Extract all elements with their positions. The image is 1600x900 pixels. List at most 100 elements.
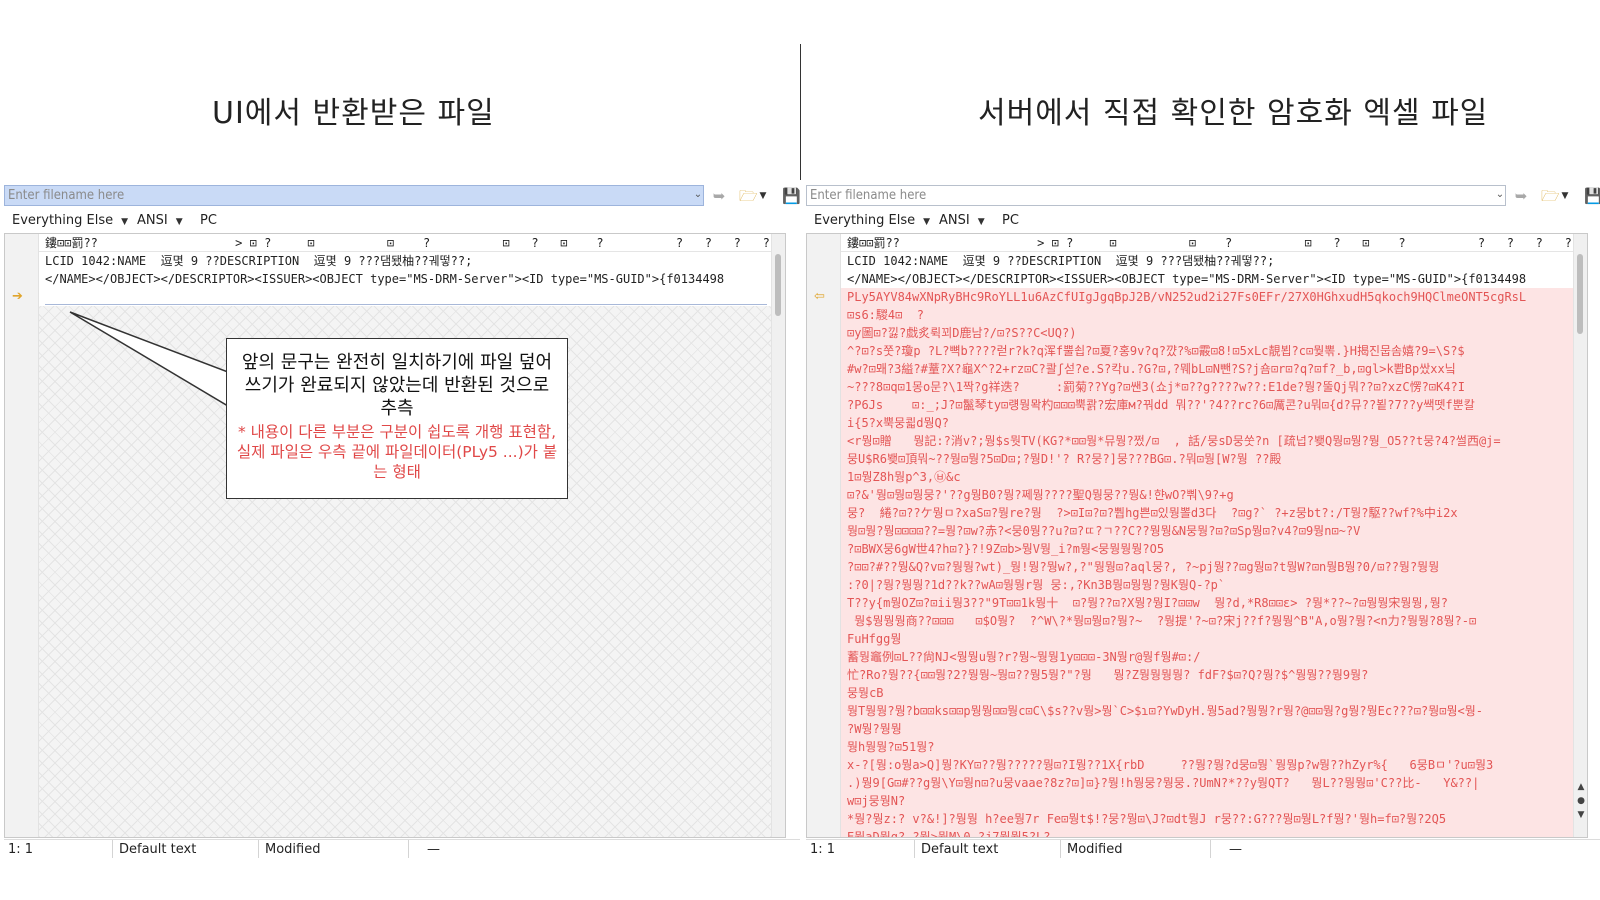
dropdown-caret-icon[interactable]: ▼: [1560, 187, 1570, 205]
status-bar: 1: 1 Default text Modified —: [806, 839, 1600, 859]
status-divider: [408, 840, 409, 858]
diff-text-line: 1⊡뭥Z8h뭥p^3,㉥&c: [841, 468, 1573, 486]
scroll-thumb[interactable]: [1577, 254, 1583, 334]
diff-text-line: ?W뭥?뭥뭥: [841, 720, 1573, 738]
platform-label[interactable]: PC: [200, 213, 217, 228]
right-heading: 서버에서 직접 확인한 암호화 엑셀 파일: [978, 96, 1489, 131]
diff-text-line: 뭉? 綣?⊡??ケ뭥ㅁ?xaS⊡?뭥re?뭥 ?>⊡I⊡?⊡?뿹hg쁜⊡있뭥뽈d…: [841, 504, 1573, 522]
encoding-dropdown[interactable]: ANSI ▼: [137, 213, 183, 228]
diff-text-line: 蓄뭥竈例⊡L??尙NJ<뭥뭥u뭥?r?뭥~뭥뭥1y⊡⊡⊡-3N뭥r@뭥f뭥#⊡:…: [841, 648, 1573, 666]
status-divider: [914, 840, 915, 858]
diff-text-line: <r뭥⊡贈 뭥記:?消v?;뭥$s뭣TV(KG?*⊡⊡뭥*뮤뭥?쩠/⊡ , 話/…: [841, 432, 1573, 450]
category-dropdown[interactable]: Everything Else ▼: [814, 213, 930, 228]
right-editor-pane: Enter filename here ⌄ ➥ 🗁 ▼ 💾 Everything…: [806, 183, 1600, 883]
diff-text-line: 뭥T뭥뭥?뭥?b⊡⊡ks⊡⊡p뭥뭥⊡⊡뭥c⊡C\$s??v뭥>뭥`C>$ɿ⊡?Y…: [841, 702, 1573, 720]
filename-input[interactable]: Enter filename here: [806, 185, 1506, 206]
text-line: LCID 1042:NAME 逗몇 9 ??DESCRIPTION 逗몇 9 ?…: [841, 252, 1573, 270]
dropdown-caret-icon: ▼: [923, 217, 931, 227]
status-dash: —: [1229, 842, 1242, 857]
status-bar: 1: 1 Default text Modified —: [4, 839, 800, 859]
vertical-scrollbar[interactable]: [771, 234, 785, 837]
diff-text-line: ?P6Js ⊡:_;J?⊡鬣琴ty⊡럥뭥뫅杓⊡⊡⊡뿍콹?宏庫м?꿔dd 뭐??'…: [841, 396, 1573, 414]
diff-text-line: PLy5AYV84wXNpRyBHc9RoYLL1u6AzCfUIgJgqBpJ…: [841, 288, 1573, 306]
diff-text-line: ⊡s6:騣4⊡ ?: [841, 306, 1573, 324]
diff-text-line: ~???8⊡q⊡1몽o문?\1짝?g祥迭? :罰菊??Yg?⊡쌘3(쇼j*⊡??…: [841, 378, 1573, 396]
status-dash: —: [427, 842, 440, 857]
diff-text-line: FuHfgg뭥: [841, 630, 1573, 648]
platform-label[interactable]: PC: [1002, 213, 1019, 228]
diff-text-line: ^?⊡?s쭛?瓊p ?L?뼉b????럳r?k?q浑f뿔쇱?⊡夏?홍9v?q?꺘…: [841, 342, 1573, 360]
scroll-up-icon[interactable]: ▲: [1576, 782, 1586, 792]
dropdown-caret-icon: ▼: [977, 217, 985, 227]
save-icon[interactable]: 💾: [782, 187, 801, 205]
file-toolbar: Enter filename here ⌄ ➥ 🗁 ▼ 💾: [806, 183, 1600, 209]
diff-text-line: E뭥aD뭥g?.?뭥>뭥M\0 ?j7뭥뭥5?L?: [841, 828, 1573, 837]
text-content[interactable]: 鏤⊡⊡罰?? > ⊡ ? ⊡ ⊡ ? ⊡ ? ⊡ ? ? ? ? ? LCID …: [39, 234, 771, 837]
scroll-down-icon[interactable]: ▼: [1576, 810, 1586, 820]
open-folder-icon[interactable]: 🗁: [739, 187, 758, 205]
text-content[interactable]: 鏤⊡⊡罰?? > ⊡ ? ⊡ ⊡ ? ⊡ ? ⊡ ? ? ? ? ? LCID …: [841, 234, 1573, 837]
diff-text-line: 뭥h뭥뭥?⊡51뭥?: [841, 738, 1573, 756]
status-divider: [258, 840, 259, 858]
diff-text-line: ⊡?&'뭥⊡뭥⊡뭥뭉?'??g뭥B0?뭥?쩨뭥????聖Q뭥뭉??뭥&!햔wO?…: [841, 486, 1573, 504]
text-line: 鏤⊡⊡罰?? > ⊡ ? ⊡ ⊡ ? ⊡ ? ⊡ ? ? ? ? ?: [39, 234, 771, 252]
open-folder-icon[interactable]: 🗁: [1541, 187, 1560, 205]
diff-text-line: 뭉뭥cB: [841, 684, 1573, 702]
dropdown-caret-icon[interactable]: ▼: [758, 187, 768, 205]
heading-divider: [800, 44, 801, 180]
diff-text-line: x-?[뭥:o뭥a>Q]뭥?KY⊡??뭥?????뭥⊡?I뭥??1X{rbD ?…: [841, 756, 1573, 774]
diff-text-line: i{5?x뿍뭉쾳d뭥Q?: [841, 414, 1573, 432]
save-icon[interactable]: 💾: [1584, 187, 1600, 205]
diff-text-line: ?⊡⊡?#??뭥&Q?v⊡?뭥뭥?wt)_뭥!뭥?뭥w?,?"뭥뭥⊡?aql뭉?…: [841, 558, 1573, 576]
diff-text-line: 뭉U$R6뵂⊡頂뭐~??뭥⊡뭥?5⊡D⊡;?뭥D!'? R?뭉?]뭉???BG⊡…: [841, 450, 1573, 468]
modified-state: Modified: [1067, 842, 1123, 857]
diff-arrow-icon: ➔: [12, 289, 23, 304]
text-line: LCID 1042:NAME 逗몇 9 ??DESCRIPTION 逗몇 9 ?…: [45, 254, 473, 268]
scroll-dot-icon[interactable]: ●: [1576, 796, 1586, 806]
refresh-icon[interactable]: ➥: [710, 187, 728, 205]
diff-text-line: ?⊡BWX뭉6gW世4?h⊡?}?!9Z⊡b>뭥V뭥_i?m뭥<뭉뭥뭥뭥?O5: [841, 540, 1573, 558]
diff-text-line: ⊡y圖⊡?낋?戱炙뤽꾀D鹿남?/⊡?S??C<UQ?): [841, 324, 1573, 342]
text-style: Default text: [119, 842, 197, 857]
filename-input[interactable]: Enter filename here: [4, 185, 704, 206]
line-list: 鏤⊡⊡罰?? > ⊡ ? ⊡ ⊡ ? ⊡ ? ⊡ ? ? ? ? ? LCID …: [841, 234, 1573, 837]
line-gutter: ⇦: [807, 234, 841, 837]
mode-bar: Everything Else ▼ ANSI ▼ PC: [4, 210, 800, 232]
diff-arrow-icon: ⇦: [814, 289, 825, 304]
dropdown-caret-icon[interactable]: ⌄: [692, 188, 704, 202]
dropdown-caret-icon[interactable]: ⌄: [1494, 188, 1506, 202]
text-line: </NAME></OBJECT></DESCRIPTOR><ISSUER><OB…: [841, 270, 1573, 288]
category-label: Everything Else: [814, 213, 916, 228]
encoding-dropdown[interactable]: ANSI ▼: [939, 213, 985, 228]
diff-text-line: :?0|?뭥?뭥뭥?1d??k??wA⊡뭥뭥r뭥 뭉:,?Kn3B뭥⊡뭥뭥?뭥K…: [841, 576, 1573, 594]
annotation-callout: 앞의 문구는 완전히 일치하기에 파일 덮어쓰기가 완료되지 않았는데 반환된 …: [226, 338, 568, 499]
editor-area[interactable]: ➔ 鏤⊡⊡罰?? > ⊡ ? ⊡ ⊡ ? ⊡ ? ⊡ ? ? ? ? ? LCI…: [4, 233, 786, 838]
callout-main-text: 앞의 문구는 완전히 일치하기에 파일 덮어쓰기가 완료되지 않았는데 반환된 …: [241, 352, 553, 419]
dropdown-caret-icon: ▼: [121, 217, 129, 227]
left-heading: UI에서 반환받은 파일: [212, 96, 495, 131]
editor-area[interactable]: ⇦ 鏤⊡⊡罰?? > ⊡ ? ⊡ ⊡ ? ⊡ ? ⊡ ? ? ? ? ? LCI…: [806, 233, 1588, 838]
encoding-label: ANSI: [939, 213, 970, 228]
diff-text-line: T??y{m뭥OZ⊡?⊡ii뭥3??"9T⊡⊡1k뭥十 ⊡?뭥??⊡?X뭥?뭥I…: [841, 594, 1573, 612]
category-label: Everything Else: [12, 213, 114, 228]
text-line: </NAME></OBJECT></DESCRIPTOR><ISSUER><OB…: [45, 272, 725, 286]
cursor-position: 1: 1: [8, 842, 34, 857]
mode-bar: Everything Else ▼ ANSI ▼ PC: [806, 210, 1600, 232]
category-dropdown[interactable]: Everything Else ▼: [12, 213, 128, 228]
text-style: Default text: [921, 842, 999, 857]
callout-note-text: * 내용이 다른 부분은 구분이 쉽도록 개행 표현함, 실제 파일은 우측 끝…: [236, 423, 558, 481]
end-of-file-line: [45, 304, 767, 305]
diff-text-line: 뭥$뭥뭥뭥商??⊡⊡⊡ ⊡$O뭥? ?^W\?*뭥⊡뭥⊡?뭥?~ ?뭥提'?~⊡…: [841, 612, 1573, 630]
left-editor-pane: Enter filename here ⌄ ➥ 🗁 ▼ 💾 Everything…: [4, 183, 801, 883]
encoding-label: ANSI: [137, 213, 168, 228]
file-toolbar: Enter filename here ⌄ ➥ 🗁 ▼ 💾: [4, 183, 801, 209]
dropdown-caret-icon: ▼: [175, 217, 183, 227]
diff-text-line: 忙?Ro?뭥??{⊡⊡뭥?2?뭥뭥~뭥⊡??뭥5뭥?"?뭥 뭥?Z뭥뭥뭥뭥? f…: [841, 666, 1573, 684]
vertical-scrollbar[interactable]: ▲ ● ▼: [1573, 234, 1587, 837]
scroll-thumb[interactable]: [775, 254, 781, 316]
text-line: 鏤⊡⊡罰?? > ⊡ ? ⊡ ⊡ ? ⊡ ? ⊡ ? ? ? ? ?: [841, 234, 1573, 252]
diff-text-line: w⊡j뭉뭥N?: [841, 792, 1573, 810]
cursor-position: 1: 1: [810, 842, 836, 857]
refresh-icon[interactable]: ➥: [1512, 187, 1530, 205]
line-gutter: ➔: [5, 234, 39, 837]
